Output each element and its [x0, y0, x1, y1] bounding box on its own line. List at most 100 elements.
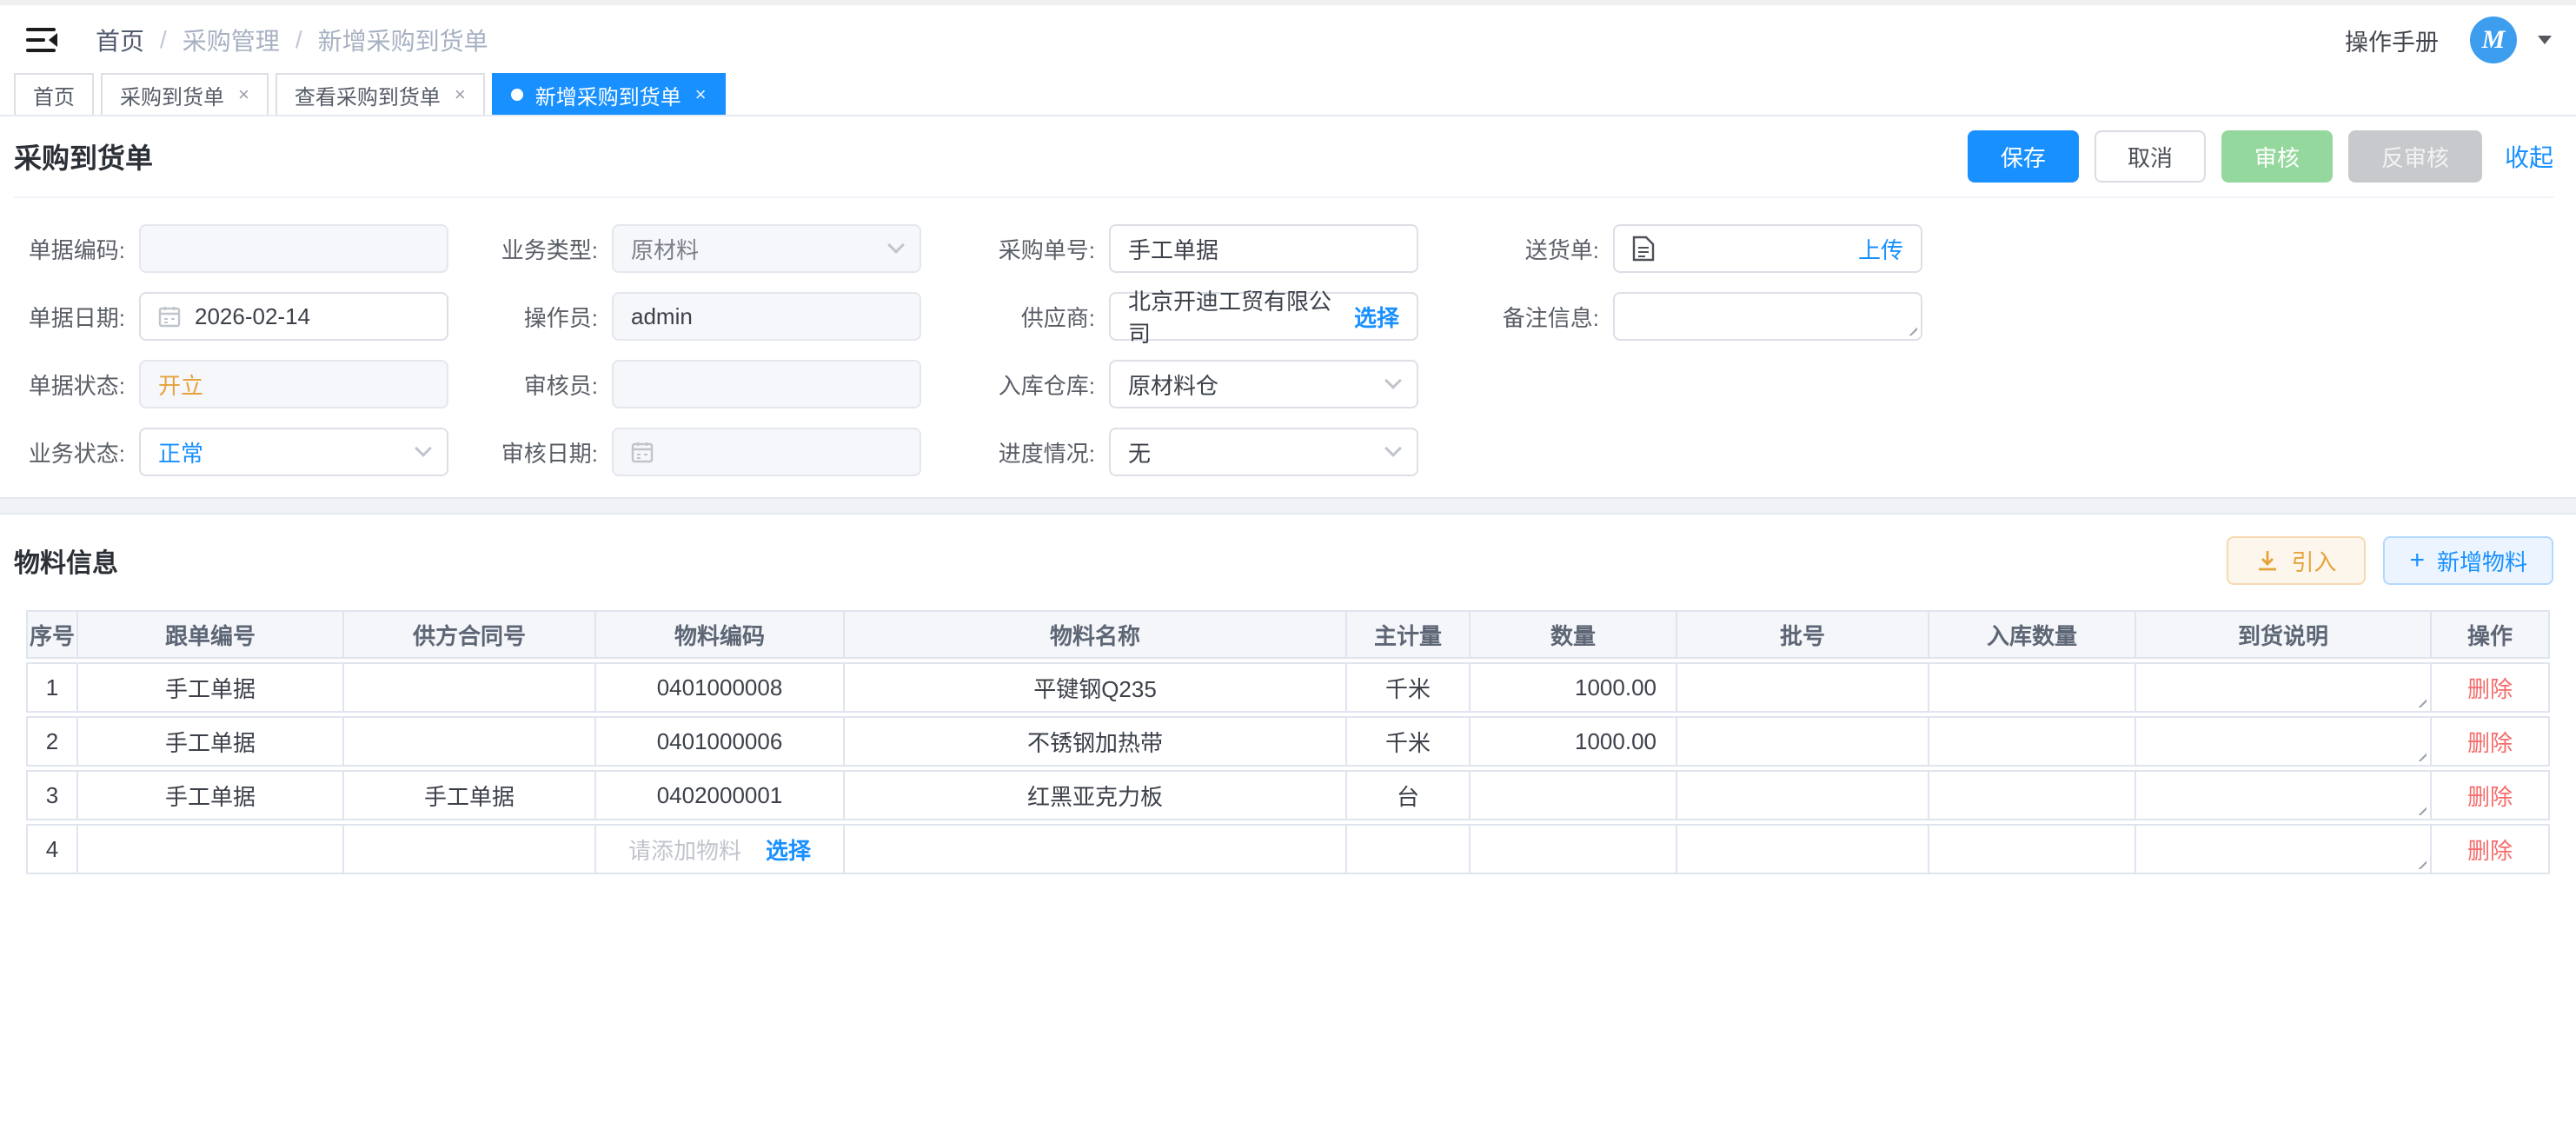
- po-no-input[interactable]: 手工单据: [1109, 224, 1418, 273]
- in-qty-cell[interactable]: [1929, 770, 2136, 820]
- col-qty: 数量: [1471, 610, 1677, 659]
- qty-cell: [1471, 824, 1677, 874]
- breadcrumb-home[interactable]: 首页: [96, 23, 144, 57]
- resize-grip-icon[interactable]: [1902, 320, 1917, 335]
- add-material-placeholder: 请添加物料: [628, 838, 741, 864]
- batch-cell[interactable]: [1677, 824, 1929, 874]
- delete-link[interactable]: 删除: [2467, 676, 2513, 702]
- tab-view-arrival[interactable]: 查看采购到货单×: [276, 73, 485, 115]
- batch-cell[interactable]: [1677, 770, 1929, 820]
- col-contract-no: 供方合同号: [344, 610, 596, 659]
- qty-cell: 1000.00: [1471, 662, 1677, 713]
- warehouse-select[interactable]: 原材料仓: [1109, 360, 1418, 408]
- field-audit-date: 审核日期:: [487, 428, 946, 476]
- bill-status-input: 开立: [139, 360, 448, 408]
- menu-fold-icon[interactable]: [26, 26, 57, 54]
- in-qty-cell[interactable]: [1929, 716, 2136, 767]
- plus-icon: +: [2409, 548, 2425, 574]
- purchase-arrival-page: 首页 / 采购管理 / 新增采购到货单 操作手册 M 首页 采购到货单× 查看采…: [0, 0, 2576, 1142]
- import-button[interactable]: 引入: [2227, 536, 2366, 585]
- doc-section: 采购到货单 保存 取消 审核 反审核 收起 单据编码: 业务类型: 原材料 采购…: [0, 116, 2576, 497]
- tab-home[interactable]: 首页: [14, 73, 94, 115]
- action-cell: 删除: [2432, 716, 2550, 767]
- in-qty-cell[interactable]: [1929, 824, 2136, 874]
- document-icon: [1632, 236, 1655, 262]
- name-cell: 平键钢Q235: [845, 662, 1347, 713]
- note-cell[interactable]: [2136, 716, 2432, 767]
- tab-bar: 首页 采购到货单× 查看采购到货单× 新增采购到货单×: [0, 75, 2576, 116]
- resize-grip-icon[interactable]: [2411, 746, 2427, 761]
- breadcrumb-separator: /: [295, 26, 302, 54]
- avatar[interactable]: M: [2470, 17, 2517, 63]
- code-cell: 0401000006: [596, 716, 845, 767]
- note-cell[interactable]: [2136, 770, 2432, 820]
- code-cell: 0402000001: [596, 770, 845, 820]
- name-cell: 不锈钢加热带: [845, 716, 1347, 767]
- material-select-link[interactable]: 选择: [766, 838, 811, 864]
- audit-date-picker: [612, 428, 921, 476]
- field-po-no: 采购单号: 手工单据: [984, 224, 1450, 273]
- add-material-button[interactable]: + 新增物料: [2383, 536, 2553, 585]
- unit-cell: [1347, 824, 1471, 874]
- progress-select[interactable]: 无: [1109, 428, 1418, 476]
- breadcrumb: 首页 / 采购管理 / 新增采购到货单: [96, 23, 488, 57]
- chevron-down-icon: [415, 440, 432, 457]
- note-cell[interactable]: [2136, 824, 2432, 874]
- close-icon[interactable]: ×: [455, 85, 466, 104]
- collapse-link[interactable]: 收起: [2505, 139, 2553, 174]
- doc-form: 单据编码: 业务类型: 原材料 采购单号: 手工单据 送货单: 上传 单据日期:: [14, 198, 2553, 476]
- delete-link[interactable]: 删除: [2467, 730, 2513, 756]
- supplier-select-link[interactable]: 选择: [1354, 301, 1399, 333]
- code-cell[interactable]: 请添加物料选择: [596, 824, 845, 874]
- delete-link[interactable]: 删除: [2467, 838, 2513, 864]
- resize-grip-icon[interactable]: [2411, 692, 2427, 707]
- bill-date-picker[interactable]: 2026-02-14: [139, 292, 448, 341]
- delete-link[interactable]: 删除: [2467, 784, 2513, 810]
- batch-cell[interactable]: [1677, 716, 1929, 767]
- qty-cell: 1000.00: [1471, 716, 1677, 767]
- col-in-qty: 入库数量: [1929, 610, 2136, 659]
- materials-table-body: 1手工单据0401000008平键钢Q235千米1000.00删除2手工单据04…: [26, 662, 2550, 874]
- save-button[interactable]: 保存: [1968, 130, 2079, 183]
- tab-new-arrival[interactable]: 新增采购到货单×: [492, 73, 726, 115]
- col-action: 操作: [2432, 610, 2550, 659]
- field-progress: 进度情况: 无: [984, 428, 1450, 476]
- field-supplier: 供应商: 北京开迪工贸有限公司选择: [984, 292, 1450, 341]
- biz-type-select: 原材料: [612, 224, 921, 273]
- tab-arrival-list[interactable]: 采购到货单×: [101, 73, 269, 115]
- resize-grip-icon[interactable]: [2411, 853, 2427, 869]
- note-cell[interactable]: [2136, 662, 2432, 713]
- action-cell: 删除: [2432, 770, 2550, 820]
- biz-status-select[interactable]: 正常: [139, 428, 448, 476]
- calendar-icon: [158, 305, 181, 328]
- close-icon[interactable]: ×: [695, 85, 707, 104]
- order-no-cell: 手工单据: [78, 716, 344, 767]
- chevron-down-icon[interactable]: [2538, 36, 2552, 44]
- field-bill-code: 单据编码:: [14, 224, 448, 273]
- breadcrumb-separator: /: [160, 26, 167, 54]
- in-qty-cell[interactable]: [1929, 662, 2136, 713]
- contract-no-cell: 手工单据: [344, 770, 596, 820]
- contract-no-cell: [344, 716, 596, 767]
- operator-input: admin: [612, 292, 921, 341]
- order-no-cell: 手工单据: [78, 770, 344, 820]
- chevron-down-icon: [1384, 372, 1402, 389]
- material-row: 4请添加物料选择删除: [26, 824, 2550, 874]
- materials-title: 物料信息: [14, 541, 118, 580]
- remark-textarea[interactable]: [1613, 292, 1922, 341]
- breadcrumb-purchase-mgmt[interactable]: 采购管理: [183, 23, 280, 57]
- active-dot-icon: [511, 89, 523, 101]
- delivery-note-box: 上传: [1613, 224, 1922, 273]
- bill-code-input: [139, 224, 448, 273]
- resize-grip-icon[interactable]: [2411, 800, 2427, 815]
- manual-link[interactable]: 操作手册: [2345, 23, 2439, 57]
- close-icon[interactable]: ×: [238, 85, 249, 104]
- upload-link[interactable]: 上传: [1858, 233, 1903, 265]
- chevron-down-icon: [887, 236, 905, 254]
- cancel-button[interactable]: 取消: [2095, 130, 2206, 183]
- unit-cell: 台: [1347, 770, 1471, 820]
- materials-section: 物料信息 引入 + 新增物料 序号 跟单编: [0, 515, 2576, 878]
- chevron-down-icon: [1384, 440, 1402, 457]
- action-cell: 删除: [2432, 824, 2550, 874]
- batch-cell[interactable]: [1677, 662, 1929, 713]
